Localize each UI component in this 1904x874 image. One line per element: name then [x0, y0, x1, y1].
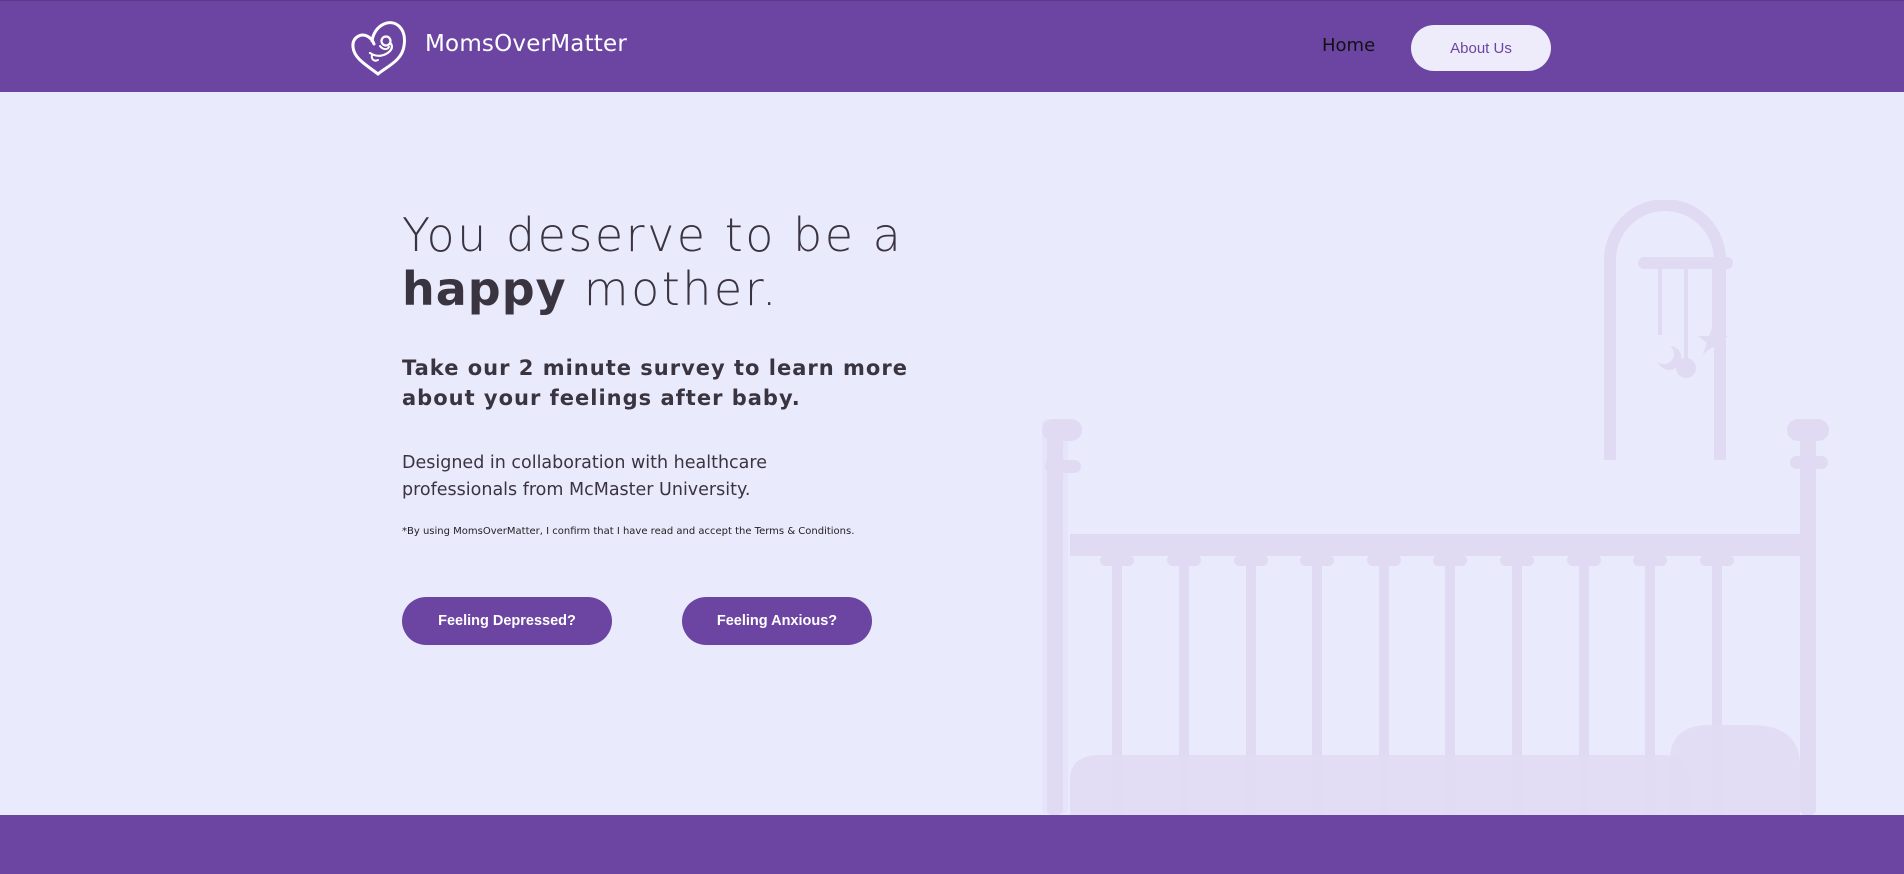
survey-subheading: Take our 2 minute survey to learn more a… [402, 356, 908, 410]
collaboration-note: Designed in collaboration with healthcar… [402, 453, 767, 500]
feeling-anxious-button[interactable]: Feeling Anxious? [682, 597, 872, 645]
brand-name[interactable]: MomsOverMatter [425, 31, 627, 57]
headline-emphasis: happy [402, 262, 567, 316]
crib-illustration-icon [1042, 200, 1829, 815]
site-footer [0, 815, 1904, 874]
headline-line1: You deserve to be a [402, 208, 904, 262]
site-header: MomsOverMatter Home About Us [0, 0, 1904, 92]
hero-section: You deserve to be a happy mother. Take o… [402, 208, 1022, 645]
nav-home-link[interactable]: Home [1322, 35, 1375, 56]
about-us-button[interactable]: About Us [1411, 25, 1551, 71]
heart-baby-logo-icon[interactable] [350, 19, 408, 77]
feeling-depressed-button[interactable]: Feeling Depressed? [402, 597, 612, 645]
hero-headline: You deserve to be a happy mother. [402, 208, 1022, 316]
terms-disclaimer: *By using MomsOverMatter, I confirm that… [402, 526, 855, 537]
headline-rest: mother. [566, 262, 780, 316]
